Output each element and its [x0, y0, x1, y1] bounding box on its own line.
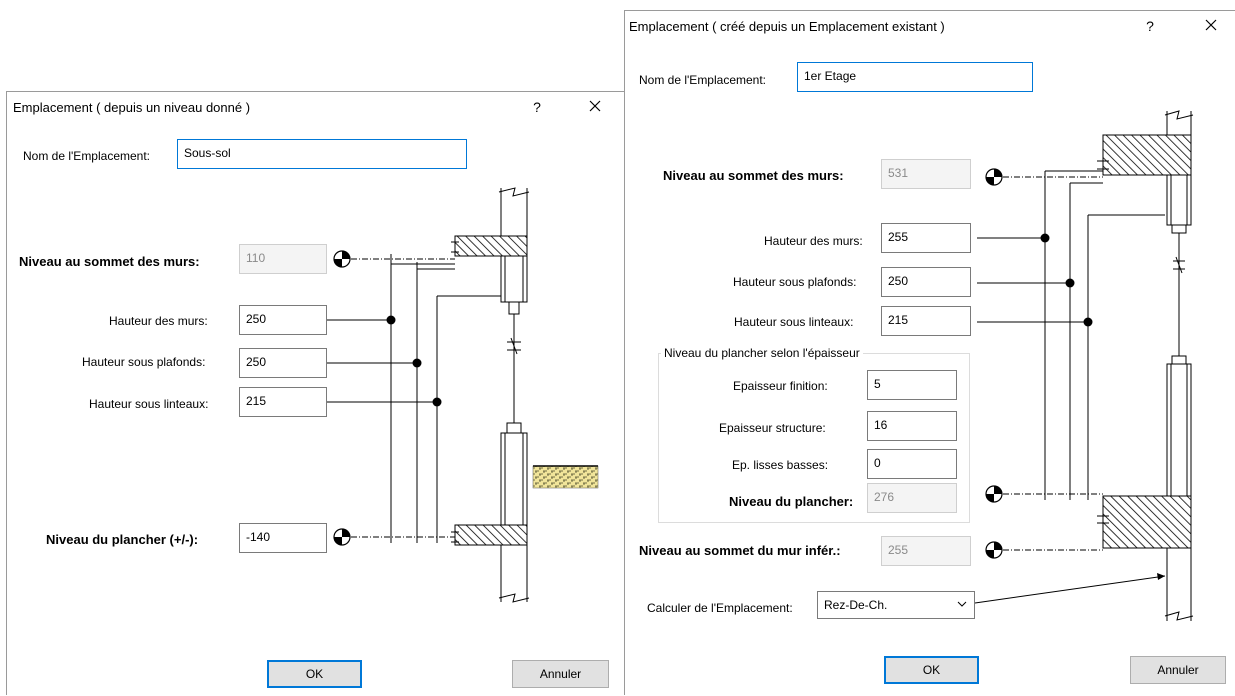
ceiling-height-label: Hauteur sous plafonds:	[82, 355, 206, 369]
lower-wall-level-field: 255	[881, 536, 971, 566]
floor-level-field[interactable]: -140	[239, 523, 327, 553]
dialog-title: Emplacement ( depuis un niveau donné )	[13, 100, 251, 115]
lintel-height-field[interactable]: 215	[881, 306, 971, 336]
top-level-label: Niveau au sommet des murs:	[663, 168, 844, 183]
structure-thickness-field[interactable]: 16	[867, 411, 957, 441]
title-bar: Emplacement ( créé depuis un Emplacement…	[625, 11, 1235, 43]
ceiling-height-label: Hauteur sous plafonds:	[733, 275, 857, 289]
floor-level-label: Niveau du plancher:	[729, 494, 854, 509]
ok-button[interactable]: OK	[267, 660, 362, 688]
chevron-down-icon	[957, 601, 967, 607]
name-label: Nom de l'Emplacement:	[23, 149, 151, 163]
sill-thickness-label: Ep. lisses basses:	[732, 458, 829, 472]
close-icon	[1205, 19, 1217, 31]
ok-button[interactable]: OK	[884, 656, 979, 684]
dialog-location-from-level: Emplacement ( depuis un niveau donné ) ?…	[6, 91, 625, 695]
soil-icon	[532, 465, 599, 489]
finish-thickness-field[interactable]: 5	[867, 370, 957, 400]
level-marker-icon	[985, 168, 1003, 186]
structure-thickness-label: Epaisseur structure:	[719, 421, 826, 435]
name-field[interactable]: Sous-sol	[177, 139, 467, 169]
close-button[interactable]	[582, 94, 608, 118]
wall-height-field[interactable]: 250	[239, 305, 327, 335]
top-level-field: 110	[239, 244, 327, 274]
ceiling-height-field[interactable]: 250	[239, 348, 327, 378]
floor-level-field: 276	[867, 483, 957, 513]
ceiling-height-field[interactable]: 250	[881, 267, 971, 297]
lintel-height-field[interactable]: 215	[239, 387, 327, 417]
lower-wall-level-label: Niveau au sommet du mur infér.:	[639, 543, 841, 558]
name-label: Nom de l'Emplacement:	[639, 73, 767, 87]
finish-thickness-label: Epaisseur finition:	[733, 379, 828, 393]
level-marker-icon	[985, 541, 1003, 559]
calc-from-value: Rez-De-Ch.	[824, 598, 888, 612]
help-button[interactable]: ?	[1140, 18, 1160, 34]
level-marker-icon	[333, 250, 351, 268]
wall-height-label: Hauteur des murs:	[109, 314, 208, 328]
level-marker-icon	[985, 485, 1003, 503]
title-bar: Emplacement ( depuis un niveau donné ) ?	[7, 92, 624, 124]
top-level-field: 531	[881, 159, 971, 189]
wall-height-label: Hauteur des murs:	[764, 234, 863, 248]
calc-from-label: Calculer de l'Emplacement:	[647, 601, 793, 615]
dialog-location-from-existing: Emplacement ( créé depuis un Emplacement…	[624, 10, 1235, 695]
cancel-button[interactable]: Annuler	[1130, 656, 1226, 684]
lintel-height-label: Hauteur sous linteaux:	[734, 315, 854, 329]
top-level-label: Niveau au sommet des murs:	[19, 254, 200, 269]
wall-height-field[interactable]: 255	[881, 223, 971, 253]
close-icon	[589, 100, 601, 112]
cancel-button[interactable]: Annuler	[512, 660, 609, 688]
name-field[interactable]: 1er Etage	[797, 62, 1033, 92]
group-label: Niveau du plancher selon l'épaisseur	[661, 346, 863, 360]
level-marker-icon	[333, 528, 351, 546]
help-button[interactable]: ?	[527, 99, 547, 115]
calc-from-select[interactable]: Rez-De-Ch.	[817, 591, 975, 619]
floor-level-label: Niveau du plancher (+/-):	[46, 532, 199, 547]
sill-thickness-field[interactable]: 0	[867, 449, 957, 479]
close-button[interactable]	[1198, 13, 1224, 37]
lintel-height-label: Hauteur sous linteaux:	[89, 397, 209, 411]
dialog-title: Emplacement ( créé depuis un Emplacement…	[629, 19, 945, 34]
